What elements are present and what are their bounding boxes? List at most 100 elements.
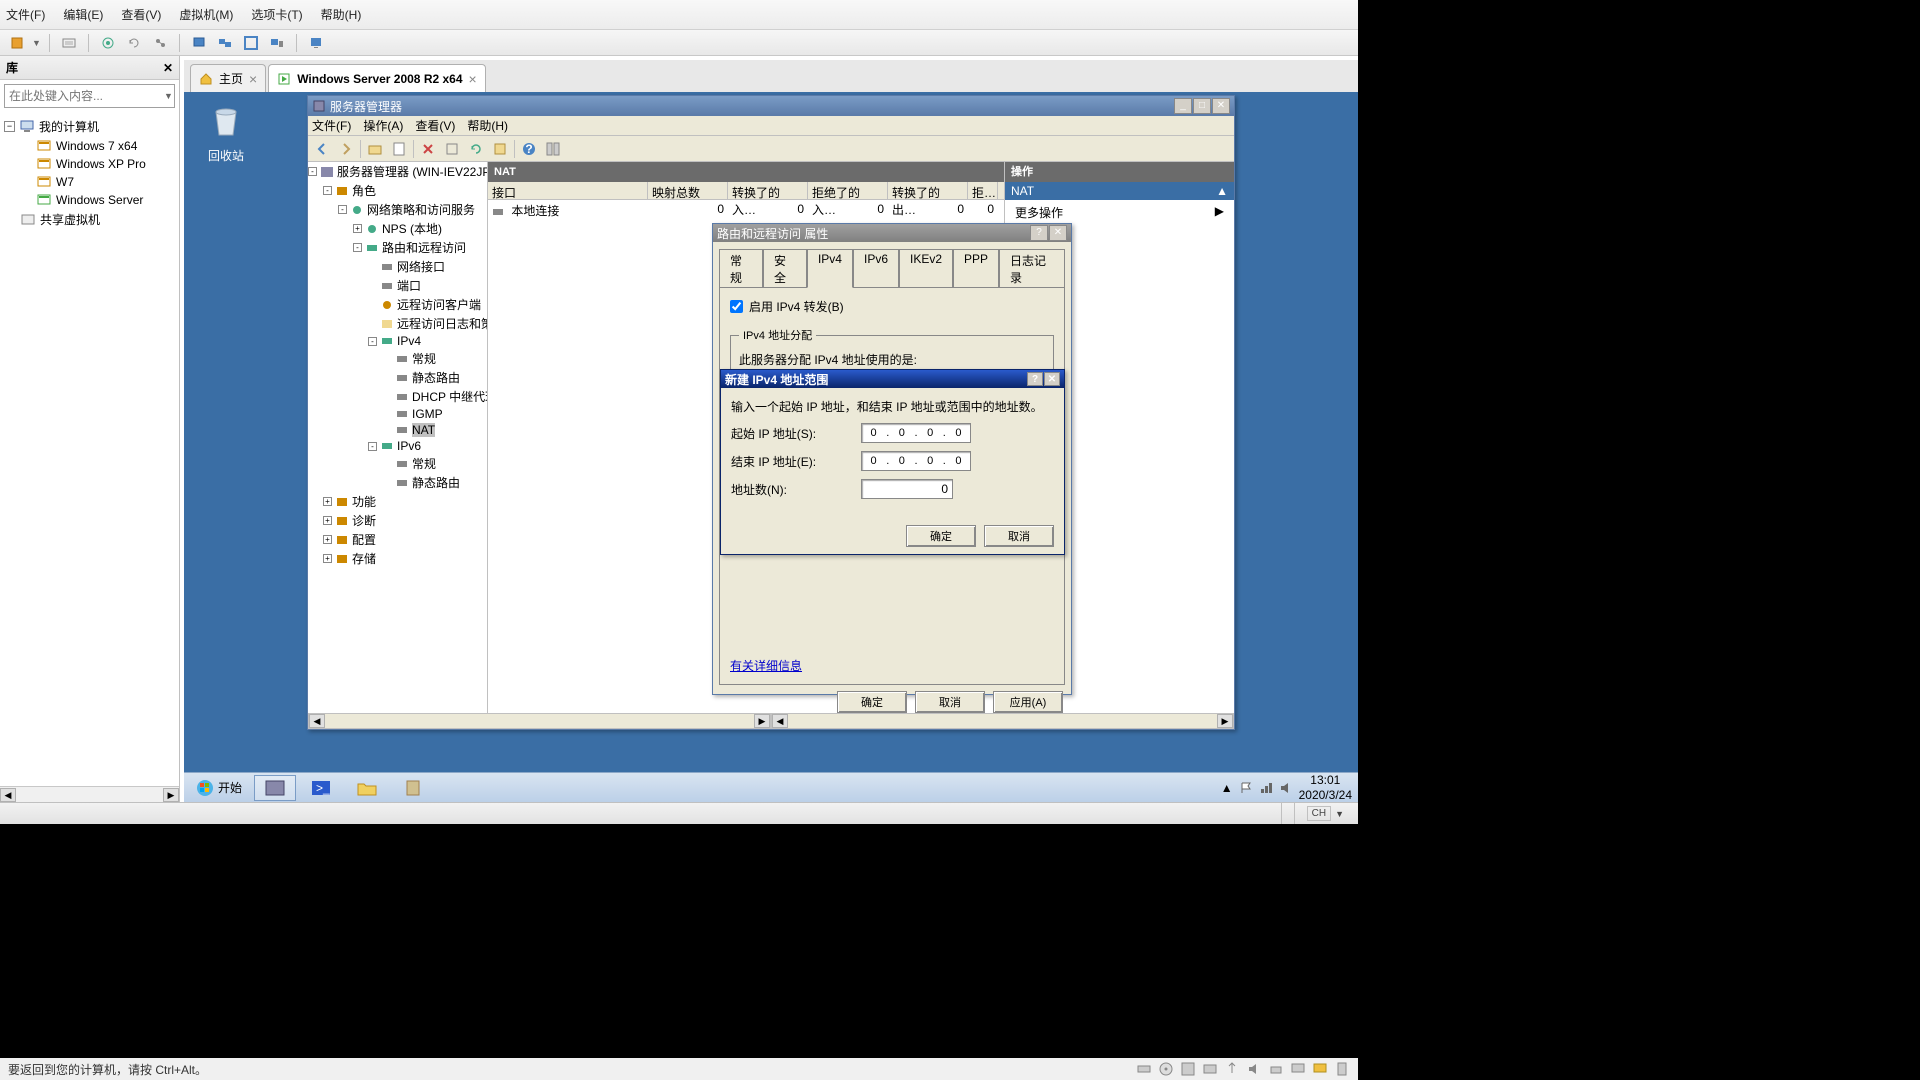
taskbar-item-server-manager[interactable] <box>254 775 296 801</box>
taskbar-item-explorer[interactable] <box>346 775 388 801</box>
minimize-button[interactable]: _ <box>1174 98 1192 114</box>
show-console-button[interactable] <box>305 33 327 53</box>
cancel-button[interactable]: 取消 <box>984 525 1054 547</box>
scroll-left-button[interactable]: ◀ <box>0 788 16 802</box>
expander-icon[interactable]: − <box>4 121 15 132</box>
expander-icon[interactable]: - <box>323 186 332 195</box>
start-button[interactable]: 开始 <box>186 775 252 801</box>
dropdown-arrow-icon[interactable]: ▼ <box>164 91 173 101</box>
sm-menu-help[interactable]: 帮助(H) <box>467 117 508 134</box>
col-header[interactable]: 接口 <box>488 182 648 199</box>
cancel-button[interactable]: 取消 <box>915 691 985 713</box>
tab-security[interactable]: 安全 <box>763 249 807 288</box>
properties-button[interactable] <box>389 139 409 159</box>
cd-icon[interactable] <box>1158 1061 1174 1077</box>
tab-general[interactable]: 常规 <box>719 249 763 288</box>
tab-close-button[interactable]: × <box>249 71 257 87</box>
library-scrollbar[interactable]: ◀ ▶ <box>0 786 179 802</box>
ip-octet[interactable]: 0 <box>862 427 885 439</box>
close-button[interactable]: ✕ <box>1044 372 1060 386</box>
close-button[interactable]: ✕ <box>1049 225 1067 241</box>
menu-file[interactable]: 文件(F) <box>6 6 45 23</box>
menu-help[interactable]: 帮助(H) <box>321 6 362 23</box>
ip-octet[interactable]: 0 <box>947 455 970 467</box>
scroll-right-button[interactable]: ▶ <box>1217 714 1233 728</box>
dropdown-arrow-icon[interactable]: ▼ <box>1335 809 1344 819</box>
library-search-input[interactable] <box>9 89 164 103</box>
network-icon[interactable] <box>1259 781 1273 795</box>
sm-menu-view[interactable]: 查看(V) <box>415 117 455 134</box>
hdd-icon[interactable] <box>1136 1061 1152 1077</box>
scroll-left-button[interactable]: ◀ <box>309 714 325 728</box>
range-titlebar[interactable]: 新建 IPv4 地址范围 ? ✕ <box>721 370 1064 388</box>
back-button[interactable] <box>312 139 332 159</box>
expander-icon[interactable]: - <box>308 167 317 176</box>
fit-guest-button[interactable] <box>188 33 210 53</box>
expander-icon[interactable]: - <box>353 243 362 252</box>
sm-menu-action[interactable]: 操作(A) <box>363 117 403 134</box>
count-input[interactable] <box>861 479 953 499</box>
expander-icon[interactable]: + <box>323 554 332 563</box>
recycle-bin-icon[interactable]: 回收站 <box>198 100 254 164</box>
volume-icon[interactable] <box>1279 781 1293 795</box>
network-adapter-icon[interactable] <box>1202 1061 1218 1077</box>
ip-octet[interactable]: 0 <box>890 427 913 439</box>
toolbar-button[interactable] <box>543 139 563 159</box>
library-vm-item[interactable]: Windows XP Pro <box>4 155 175 173</box>
usb-icon[interactable] <box>1224 1061 1240 1077</box>
guest-desktop[interactable]: 回收站 服务器管理器 _ □ ✕ 文件(F) 操作(A) 查看(V) 帮助(H) <box>184 92 1358 802</box>
tab-ipv6[interactable]: IPv6 <box>853 249 899 288</box>
tab-logging[interactable]: 日志记录 <box>999 249 1065 288</box>
apply-button[interactable]: 应用(A) <box>993 691 1063 713</box>
floppy-icon[interactable] <box>1180 1061 1196 1077</box>
library-vm-item[interactable]: Windows 7 x64 <box>4 137 175 155</box>
export-button[interactable] <box>490 139 510 159</box>
ip-octet[interactable]: 0 <box>947 427 970 439</box>
library-shared-vms[interactable]: 共享虚拟机 <box>4 209 175 230</box>
power-dropdown-button[interactable] <box>6 33 28 53</box>
end-ip-input[interactable]: 0. 0. 0. 0 <box>861 451 971 471</box>
ip-octet[interactable]: 0 <box>890 455 913 467</box>
send-cad-button[interactable] <box>58 33 80 53</box>
menu-tabs[interactable]: 选项卡(T) <box>251 6 302 23</box>
col-header[interactable]: 拒… <box>968 182 998 199</box>
message-icon[interactable] <box>1312 1061 1328 1077</box>
enable-ipv4-forwarding-checkbox[interactable]: 启用 IPv4 转发(B) <box>730 298 1054 315</box>
flag-icon[interactable] <box>1239 781 1253 795</box>
start-ip-input[interactable]: 0. 0. 0. 0 <box>861 423 971 443</box>
ok-button[interactable]: 确定 <box>906 525 976 547</box>
snapshot-manager-button[interactable] <box>149 33 171 53</box>
help-button[interactable]: ? <box>1027 372 1043 386</box>
col-header[interactable]: 拒绝了的入… <box>808 182 888 199</box>
props-titlebar[interactable]: 路由和远程访问 属性 ? ✕ <box>713 224 1071 242</box>
details-link[interactable]: 有关详细信息 <box>730 657 802 674</box>
col-header[interactable]: 映射总数 <box>648 182 728 199</box>
maximize-button[interactable]: □ <box>1193 98 1211 114</box>
tray-arrow-icon[interactable]: ▲ <box>1221 781 1233 795</box>
refresh-button[interactable] <box>466 139 486 159</box>
taskbar-item-powershell[interactable]: >_ <box>300 775 342 801</box>
col-header[interactable]: 转换了的出… <box>888 182 968 199</box>
server-manager-titlebar[interactable]: 服务器管理器 _ □ ✕ <box>308 96 1234 116</box>
checkbox-input[interactable] <box>730 300 743 313</box>
multi-monitor-button[interactable] <box>266 33 288 53</box>
expander-icon[interactable]: - <box>338 205 347 214</box>
main-row[interactable]: 本地连接 0 0 0 0 0 <box>488 200 1004 221</box>
tab-close-button[interactable]: × <box>469 71 477 87</box>
fullscreen-button[interactable] <box>240 33 262 53</box>
snapshot-button[interactable] <box>97 33 119 53</box>
actions-subheader[interactable]: NAT▲ <box>1005 182 1234 200</box>
delete-button[interactable] <box>418 139 438 159</box>
dropdown-arrow-icon[interactable]: ▼ <box>32 38 41 48</box>
library-vm-item[interactable]: Windows Server <box>4 191 175 209</box>
ip-octet[interactable]: 0 <box>919 455 942 467</box>
menu-vm[interactable]: 虚拟机(M) <box>179 6 233 23</box>
scroll-right-button[interactable]: ▶ <box>163 788 179 802</box>
expander-icon[interactable]: + <box>323 535 332 544</box>
tab-ppp[interactable]: PPP <box>953 249 999 288</box>
menu-edit[interactable]: 编辑(E) <box>63 6 103 23</box>
actions-more-item[interactable]: 更多操作▶ <box>1005 200 1234 225</box>
taskbar-item[interactable] <box>392 775 434 801</box>
ime-indicator[interactable]: CH <box>1307 806 1331 821</box>
tab-ipv4[interactable]: IPv4 <box>807 249 853 288</box>
